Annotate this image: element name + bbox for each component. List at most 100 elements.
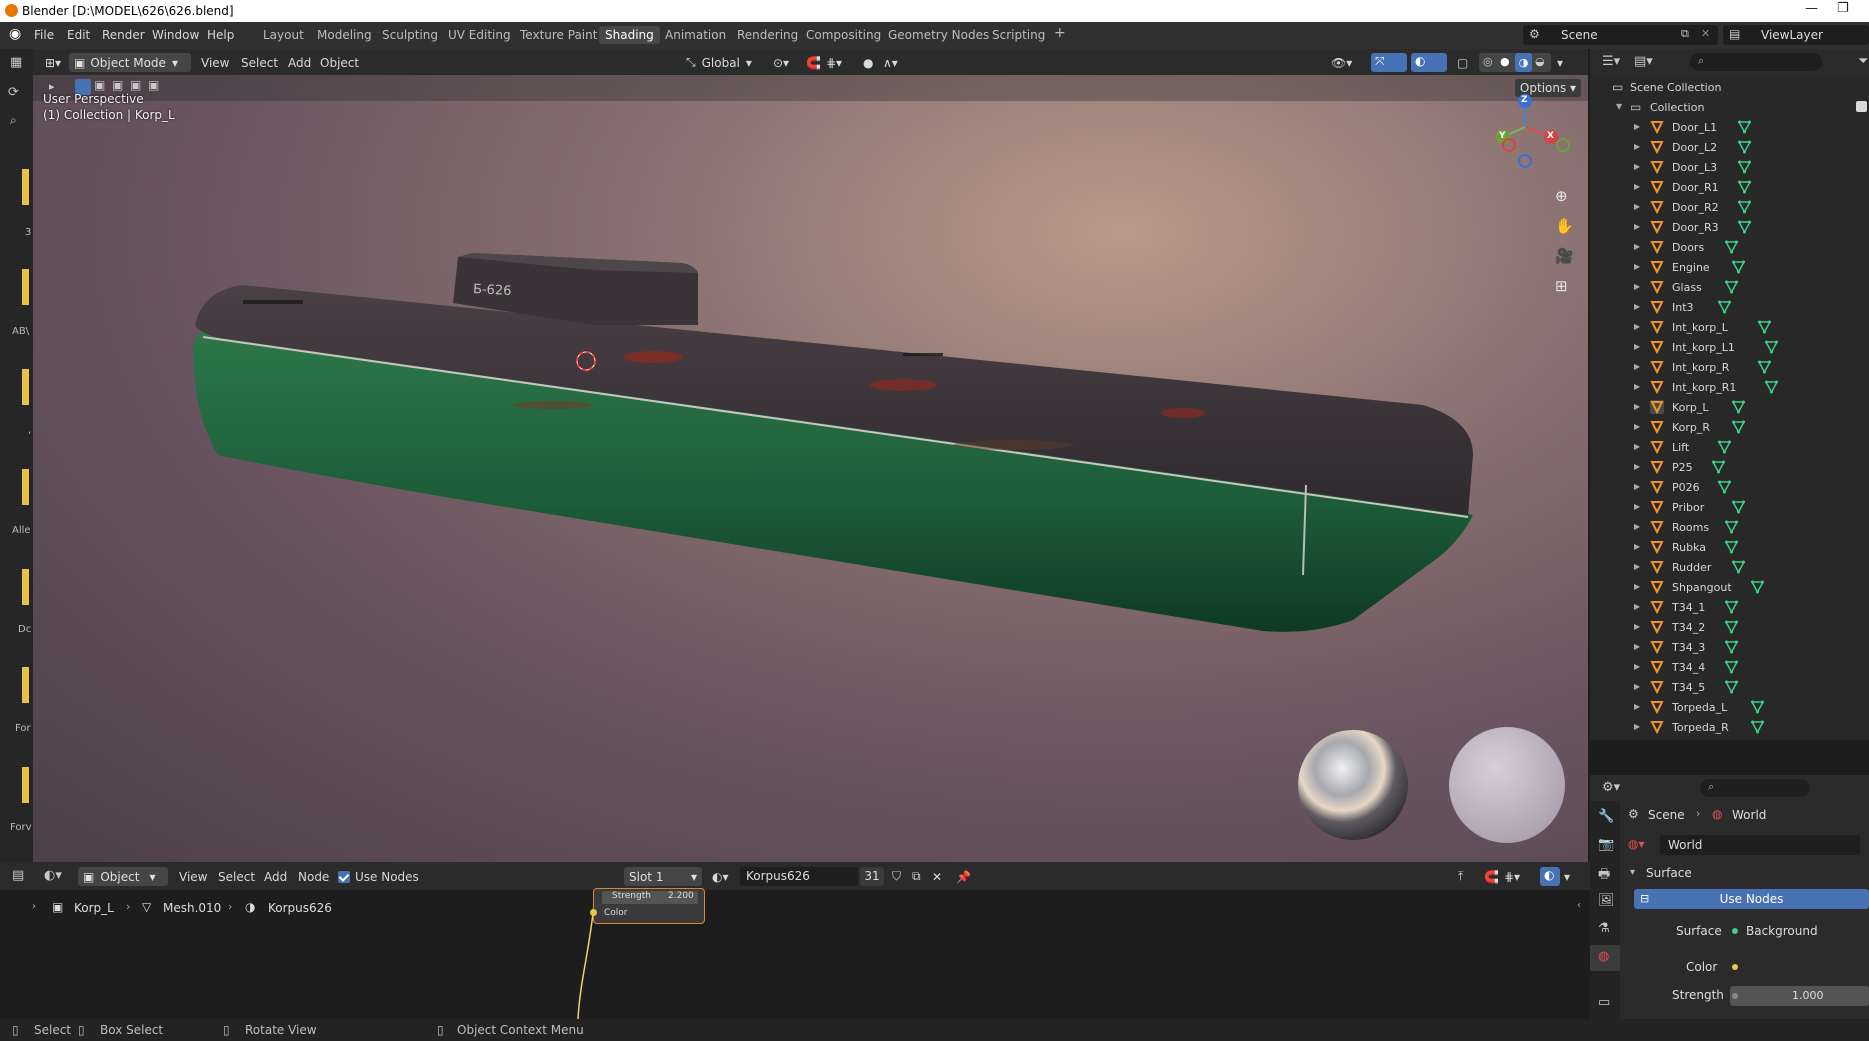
properties-search-input[interactable]: ⌕ (1700, 779, 1810, 797)
menu-object[interactable]: Object (320, 53, 359, 72)
expand-icon[interactable]: ▶ (1634, 342, 1640, 351)
tab-compositing[interactable]: Compositing (806, 28, 881, 42)
mesh-data-icon[interactable] (1725, 660, 1738, 674)
node-overlay-toggle[interactable]: ◐ (1540, 867, 1560, 886)
tool-tab-icon[interactable]: 🔧 (1598, 809, 1614, 824)
expand-icon[interactable]: ▶ (1634, 242, 1640, 251)
falloff-icon[interactable]: ∧▾ (883, 53, 898, 72)
pivot-icon[interactable]: ⊙▾ (773, 53, 789, 72)
shading-options-icon[interactable]: ▾ (1557, 53, 1563, 72)
expand-icon[interactable]: ▶ (1634, 422, 1640, 431)
expand-icon[interactable]: ▶ (1634, 142, 1640, 151)
submarine-model[interactable] (193, 253, 1473, 632)
expand-icon[interactable]: ▶ (1634, 362, 1640, 371)
outliner-object-row[interactable]: ▶ Shpangout (1590, 578, 1869, 598)
outliner-object-row[interactable]: ▶ T34_4 (1590, 658, 1869, 678)
tab-texture-paint[interactable]: Texture Paint (520, 28, 597, 42)
mesh-data-icon[interactable] (1731, 420, 1745, 434)
color-socket-icon[interactable] (590, 909, 597, 916)
use-nodes-button[interactable]: ⊟ Use Nodes (1634, 889, 1869, 909)
expand-icon[interactable]: ▶ (1634, 482, 1640, 491)
overlay-toggle[interactable]: ◐ (1411, 53, 1447, 72)
color-field[interactable] (1730, 957, 1869, 977)
outliner-editor-icon[interactable]: ☰▾ (1602, 54, 1620, 69)
node-tree-type-icon[interactable]: ◐▾ (44, 868, 62, 883)
expand-icon[interactable]: ▶ (1634, 122, 1640, 131)
mesh-data-icon[interactable] (1718, 480, 1732, 494)
viewlayer-tab-icon[interactable]: 🖼 (1598, 893, 1615, 908)
asset-thumb[interactable] (22, 369, 29, 405)
material-shading-icon[interactable]: ◑ (1515, 53, 1532, 72)
world-name-field[interactable]: World (1660, 835, 1860, 855)
menu-add[interactable]: Add (288, 53, 311, 72)
expand-icon[interactable]: ▶ (1634, 542, 1640, 551)
chevron-down-icon[interactable]: ▾ (1630, 867, 1635, 878)
grid-ortho-icon[interactable]: ⊞ (1555, 277, 1568, 295)
outliner-object-row[interactable]: ▶ Rooms (1590, 518, 1869, 538)
outliner-object-row[interactable]: ▶ Int_korp_L (1590, 318, 1869, 338)
select-invert-icon[interactable]: ▣ (130, 78, 141, 92)
use-nodes-checkbox[interactable]: Use Nodes (338, 867, 419, 886)
mesh-data-icon[interactable] (1738, 180, 1752, 194)
xray-icon[interactable]: ▢ (1457, 53, 1468, 72)
outliner-object-row[interactable]: ▶ P026 (1590, 478, 1869, 498)
mesh-data-icon[interactable] (1725, 280, 1738, 294)
menu-file[interactable]: File (34, 28, 54, 42)
mesh-data-icon[interactable] (1751, 580, 1765, 594)
mode-dropdown[interactable]: ▣ Object Mode ▾ (69, 53, 191, 72)
asset-thumb[interactable] (22, 667, 29, 703)
expand-icon[interactable]: ▶ (1634, 282, 1640, 291)
material-name-field[interactable]: Korpus626 (740, 867, 858, 886)
menu-help[interactable]: Help (207, 28, 234, 42)
mesh-data-icon[interactable] (1751, 720, 1765, 734)
mesh-data-icon[interactable] (1731, 260, 1745, 274)
node-menu-select[interactable]: Select (218, 867, 255, 886)
mesh-data-icon[interactable] (1764, 380, 1778, 394)
expand-icon[interactable]: ▶ (1634, 382, 1640, 391)
gizmo-toggle[interactable]: ⤧ (1371, 53, 1407, 72)
mesh-data-icon[interactable] (1718, 440, 1732, 454)
outliner-object-row[interactable]: ▶ Door_R3 (1590, 218, 1869, 238)
pin-icon[interactable]: 📌 (956, 867, 971, 886)
expand-icon[interactable]: ▶ (1634, 222, 1640, 231)
wireframe-shading-icon[interactable]: ◎ (1483, 55, 1493, 68)
material-users-count[interactable]: 31 (860, 867, 884, 886)
new-scene-icon[interactable]: ⧉ (1681, 27, 1689, 41)
editor-type-icon[interactable]: ▦ (10, 55, 22, 70)
outliner-object-row[interactable]: ▶ Int3 (1590, 298, 1869, 318)
expand-icon[interactable]: ▶ (1634, 402, 1640, 411)
outliner-object-row[interactable]: ▶ Pribor (1590, 498, 1869, 518)
output-tab-icon[interactable]: 🖶 (1598, 865, 1610, 887)
mesh-data-icon[interactable] (1738, 140, 1752, 154)
scene-selector[interactable]: ⚙ Scene ⧉ ✕ (1523, 25, 1718, 45)
tab-layout[interactable]: Layout (263, 28, 304, 42)
expand-icon[interactable]: ▶ (1634, 702, 1640, 711)
menu-window[interactable]: Window (152, 28, 199, 42)
node-menu-add[interactable]: Add (264, 867, 287, 886)
sidebar-toggle-icon[interactable]: ‹ (1577, 900, 1581, 911)
select-extend-icon[interactable]: ▣ (94, 78, 105, 92)
tab-animation[interactable]: Animation (665, 28, 726, 42)
solid-shading-icon[interactable]: ● (1500, 55, 1510, 68)
expand-icon[interactable]: ▶ (1634, 442, 1640, 451)
expand-icon[interactable]: ▶ (1634, 582, 1640, 591)
outliner-object-row[interactable]: ▶ Glass (1590, 278, 1869, 298)
outliner-object-row[interactable]: ▶ T34_3 (1590, 638, 1869, 658)
outliner-object-row[interactable]: ▶ P25 (1590, 458, 1869, 478)
outliner-object-row[interactable]: ▶ Lift (1590, 438, 1869, 458)
asset-thumb[interactable] (22, 767, 29, 803)
expand-icon[interactable]: ▶ (1634, 262, 1640, 271)
outliner-object-row[interactable]: ▶ Torpeda_L (1590, 698, 1869, 718)
expand-icon[interactable]: ▶ (1634, 202, 1640, 211)
node-strength-slider[interactable]: Strength 2.200 (602, 891, 698, 904)
tab-uv-editing[interactable]: UV Editing (448, 28, 511, 42)
outliner-object-row[interactable]: ▶ T34_5 (1590, 678, 1869, 698)
outliner-object-row[interactable]: ▶ Int_korp_L1 (1590, 338, 1869, 358)
collection-checkbox[interactable] (1856, 101, 1867, 112)
fake-user-shield-icon[interactable]: ⛉ (892, 867, 901, 886)
expand-icon[interactable]: ▶ (1634, 462, 1640, 471)
display-mode-icon[interactable]: ▤▾ (1634, 54, 1653, 69)
mesh-data-icon[interactable] (1731, 500, 1745, 514)
mesh-data-icon[interactable] (1764, 340, 1778, 354)
mesh-data-icon[interactable] (1725, 620, 1738, 634)
